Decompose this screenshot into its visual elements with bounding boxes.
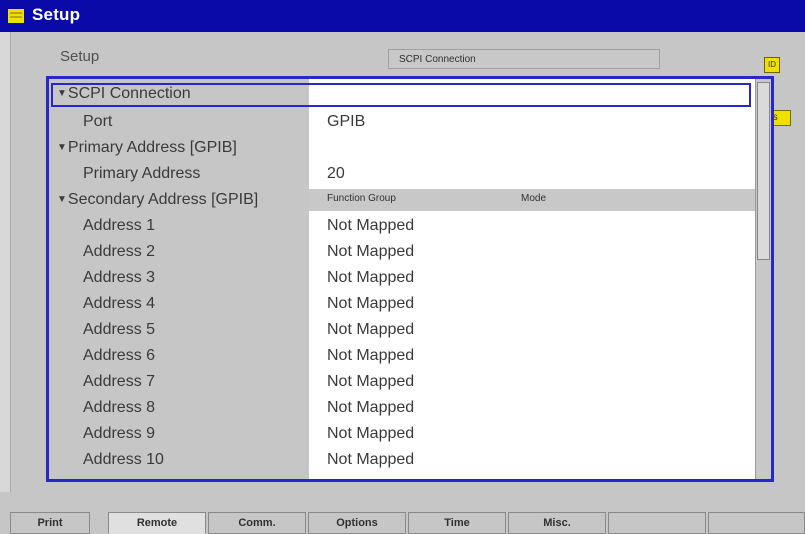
address-label: Address 7: [83, 373, 156, 390]
address-label: Address 6: [83, 347, 156, 364]
scrollbar-thumb[interactable]: [757, 82, 770, 260]
tab-comm[interactable]: Comm.: [208, 512, 306, 534]
address-label: Address 1: [83, 217, 156, 234]
address-value[interactable]: Not Mapped: [327, 373, 414, 391]
current-node-box: SCPI Connection: [388, 49, 660, 69]
tab-print[interactable]: Print: [10, 512, 90, 534]
expanded-triangle-icon[interactable]: ▼: [57, 194, 67, 205]
tree-row-port[interactable]: Port GPIB: [49, 109, 755, 135]
primary-address-label: Primary Address: [83, 165, 201, 182]
address-label: Address 8: [83, 399, 156, 416]
address-value[interactable]: Not Mapped: [327, 295, 414, 313]
tree-row-address[interactable]: Address 2 Not Mapped: [49, 239, 755, 265]
address-label: Address 9: [83, 425, 156, 442]
tab-misc[interactable]: Misc.: [508, 512, 606, 534]
tree-row-address[interactable]: Address 8 Not Mapped: [49, 395, 755, 421]
tree-row-address[interactable]: Address 3 Not Mapped: [49, 265, 755, 291]
address-label: Address 5: [83, 321, 156, 338]
address-value[interactable]: Not Mapped: [327, 321, 414, 339]
tree-node-primary-address[interactable]: ▼Primary Address [GPIB]: [49, 135, 755, 161]
address-value[interactable]: Not Mapped: [327, 347, 414, 365]
tree-row-primary-address[interactable]: Primary Address 20: [49, 161, 755, 187]
column-header-row: Function Group Mode: [309, 189, 755, 211]
expanded-triangle-icon[interactable]: ▼: [57, 142, 67, 153]
tree-row-address[interactable]: Address 7 Not Mapped: [49, 369, 755, 395]
address-value[interactable]: Not Mapped: [327, 425, 414, 443]
left-edge-strip: [0, 32, 11, 492]
tab-empty-2[interactable]: [708, 512, 805, 534]
title-bar: Setup: [0, 0, 805, 32]
tab-time[interactable]: Time: [408, 512, 506, 534]
tab-options[interactable]: Options: [308, 512, 406, 534]
tab-remote[interactable]: Remote: [108, 512, 206, 534]
tree-row-address[interactable]: Address 6 Not Mapped: [49, 343, 755, 369]
node-label: SCPI Connection: [67, 85, 191, 102]
tree-row-address[interactable]: Address 1 Not Mapped: [49, 213, 755, 239]
address-value[interactable]: Not Mapped: [327, 243, 414, 261]
setup-label: Setup: [60, 48, 100, 65]
id-badge[interactable]: ID: [764, 57, 780, 73]
tab-empty-1[interactable]: [608, 512, 706, 534]
address-label: Address 10: [83, 451, 164, 468]
port-label: Port: [83, 113, 113, 130]
tree-node-scpi-connection[interactable]: ▼SCPI Connection: [49, 81, 755, 107]
mode-header: Mode: [521, 193, 547, 204]
node-label: Primary Address [GPIB]: [67, 139, 237, 156]
address-value[interactable]: Not Mapped: [327, 451, 414, 469]
tree-row-address[interactable]: Address 10 Not Mapped: [49, 447, 755, 473]
function-group-header: Function Group: [327, 193, 396, 204]
vertical-scrollbar[interactable]: [755, 79, 771, 479]
tree-row-address[interactable]: Address 4 Not Mapped: [49, 291, 755, 317]
port-value[interactable]: GPIB: [327, 113, 365, 131]
node-label: Secondary Address [GPIB]: [67, 191, 259, 208]
tree-row-address[interactable]: Address 9 Not Mapped: [49, 421, 755, 447]
window-title: Setup: [32, 5, 81, 24]
settings-tree: ▼SCPI Connection Port GPIB ▼Primary Addr…: [46, 76, 774, 482]
setup-window: Setup Setup SCPI Connection ID Compress …: [0, 0, 805, 534]
address-label: Address 3: [83, 269, 156, 286]
address-value[interactable]: Not Mapped: [327, 269, 414, 287]
tree-row-address[interactable]: Address 5 Not Mapped: [49, 317, 755, 343]
address-label: Address 2: [83, 243, 156, 260]
address-value[interactable]: Not Mapped: [327, 399, 414, 417]
address-label: Address 4: [83, 295, 156, 312]
primary-address-value[interactable]: 20: [327, 165, 345, 183]
expanded-triangle-icon[interactable]: ▼: [57, 88, 67, 99]
address-value[interactable]: Not Mapped: [327, 217, 414, 235]
window-menu-icon[interactable]: [8, 9, 24, 23]
